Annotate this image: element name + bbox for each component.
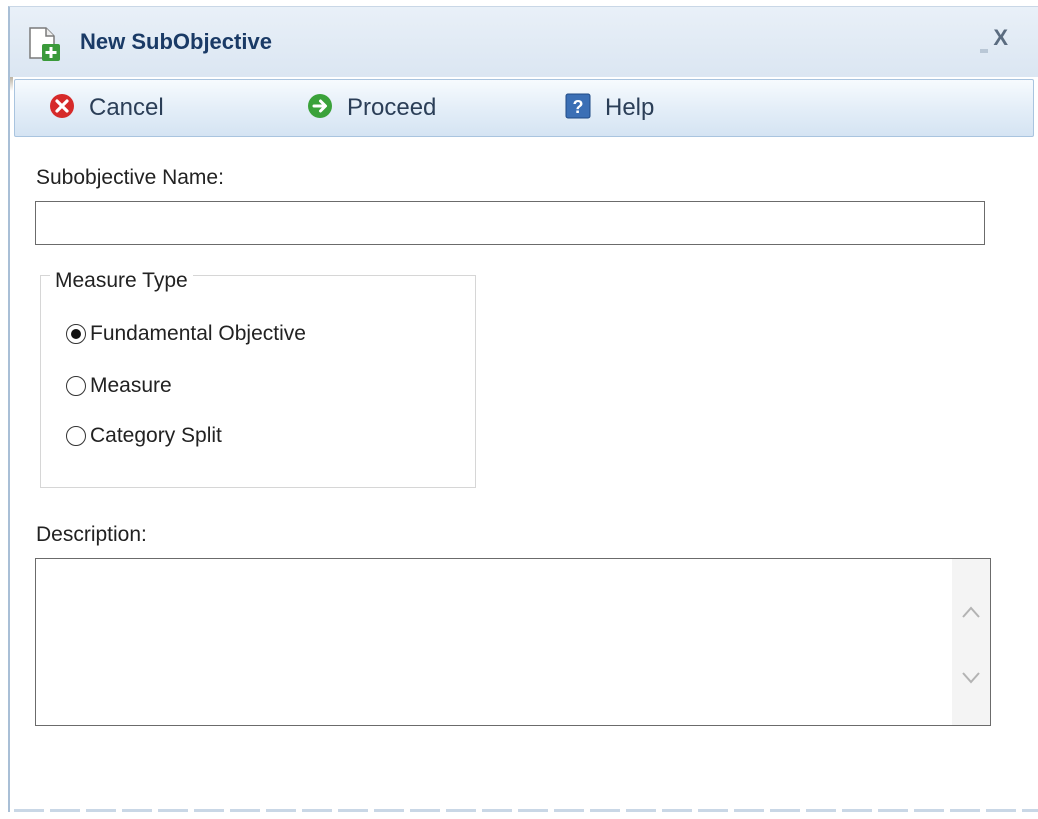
help-icon: ? bbox=[565, 93, 591, 124]
help-button[interactable]: ? Help bbox=[565, 80, 654, 136]
radio-button[interactable] bbox=[66, 376, 86, 396]
dialog-toolbar: Cancel Proceed ? Help bbox=[14, 79, 1034, 137]
subobjective-name-label: Subobjective Name: bbox=[36, 166, 224, 189]
proceed-button[interactable]: Proceed bbox=[307, 80, 436, 136]
cancel-button[interactable]: Cancel bbox=[49, 80, 164, 136]
radio-label: Fundamental Objective bbox=[90, 322, 306, 345]
cancel-label: Cancel bbox=[89, 94, 164, 121]
radio-label: Measure bbox=[90, 374, 172, 397]
proceed-arrow-icon bbox=[307, 93, 333, 124]
description-label: Description: bbox=[36, 523, 147, 546]
radio-category-split[interactable]: Category Split bbox=[66, 424, 222, 448]
description-scrollbar[interactable] bbox=[952, 559, 990, 725]
subobjective-name-input[interactable] bbox=[35, 201, 985, 245]
radio-button[interactable] bbox=[66, 426, 86, 446]
radio-fundamental-objective[interactable]: Fundamental Objective bbox=[66, 322, 306, 346]
svg-text:?: ? bbox=[573, 97, 584, 117]
dialog-titlebar: New SubObjective X bbox=[10, 7, 1038, 77]
help-label: Help bbox=[605, 94, 655, 121]
description-textarea[interactable] bbox=[35, 558, 991, 726]
close-button[interactable]: X bbox=[993, 25, 1008, 51]
chevron-up-icon[interactable] bbox=[961, 605, 981, 619]
cancel-icon bbox=[49, 93, 75, 124]
measure-type-legend: Measure Type bbox=[50, 269, 193, 293]
minimize-button[interactable] bbox=[980, 49, 988, 53]
radio-label: Category Split bbox=[90, 424, 222, 447]
new-document-icon bbox=[26, 26, 62, 62]
dialog-title: New SubObjective bbox=[80, 29, 272, 54]
proceed-label: Proceed bbox=[347, 94, 437, 121]
chevron-down-icon[interactable] bbox=[961, 671, 981, 685]
radio-measure[interactable]: Measure bbox=[66, 374, 172, 398]
radio-button-selected[interactable] bbox=[66, 324, 86, 344]
